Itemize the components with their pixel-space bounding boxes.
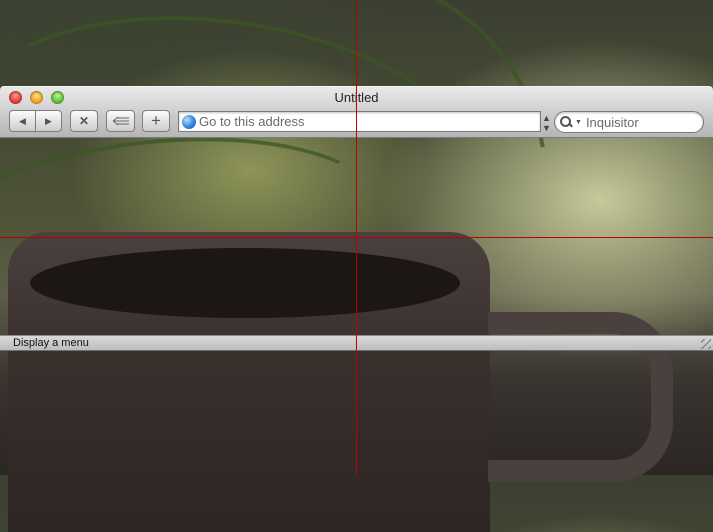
stop-button[interactable]: ✕ xyxy=(70,110,98,132)
address-bar[interactable] xyxy=(178,111,541,132)
plus-icon: + xyxy=(151,111,161,130)
crosshair-horizontal-line xyxy=(0,237,713,238)
forward-button[interactable]: ▶ xyxy=(35,110,62,132)
resize-grip-icon[interactable] xyxy=(701,339,711,349)
snapback-icon xyxy=(112,116,129,126)
globe-icon xyxy=(182,114,196,129)
snapback-button[interactable] xyxy=(106,110,135,132)
back-arrow-icon: ◀ xyxy=(19,115,26,126)
add-bookmark-button[interactable]: + xyxy=(142,110,170,132)
stop-icon: ✕ xyxy=(78,114,90,128)
status-text: Display a menu xyxy=(13,337,89,349)
search-menu-chevron-icon[interactable]: ▼ xyxy=(575,119,582,126)
search-icon[interactable] xyxy=(560,115,574,129)
address-history-chevron-icon[interactable]: ▲ ▼ xyxy=(542,113,551,133)
address-input[interactable] xyxy=(199,114,540,129)
search-input[interactable] xyxy=(585,114,696,130)
back-button[interactable]: ◀ xyxy=(9,110,36,132)
search-field[interactable]: ▼ xyxy=(554,111,704,133)
forward-arrow-icon: ▶ xyxy=(45,115,52,126)
